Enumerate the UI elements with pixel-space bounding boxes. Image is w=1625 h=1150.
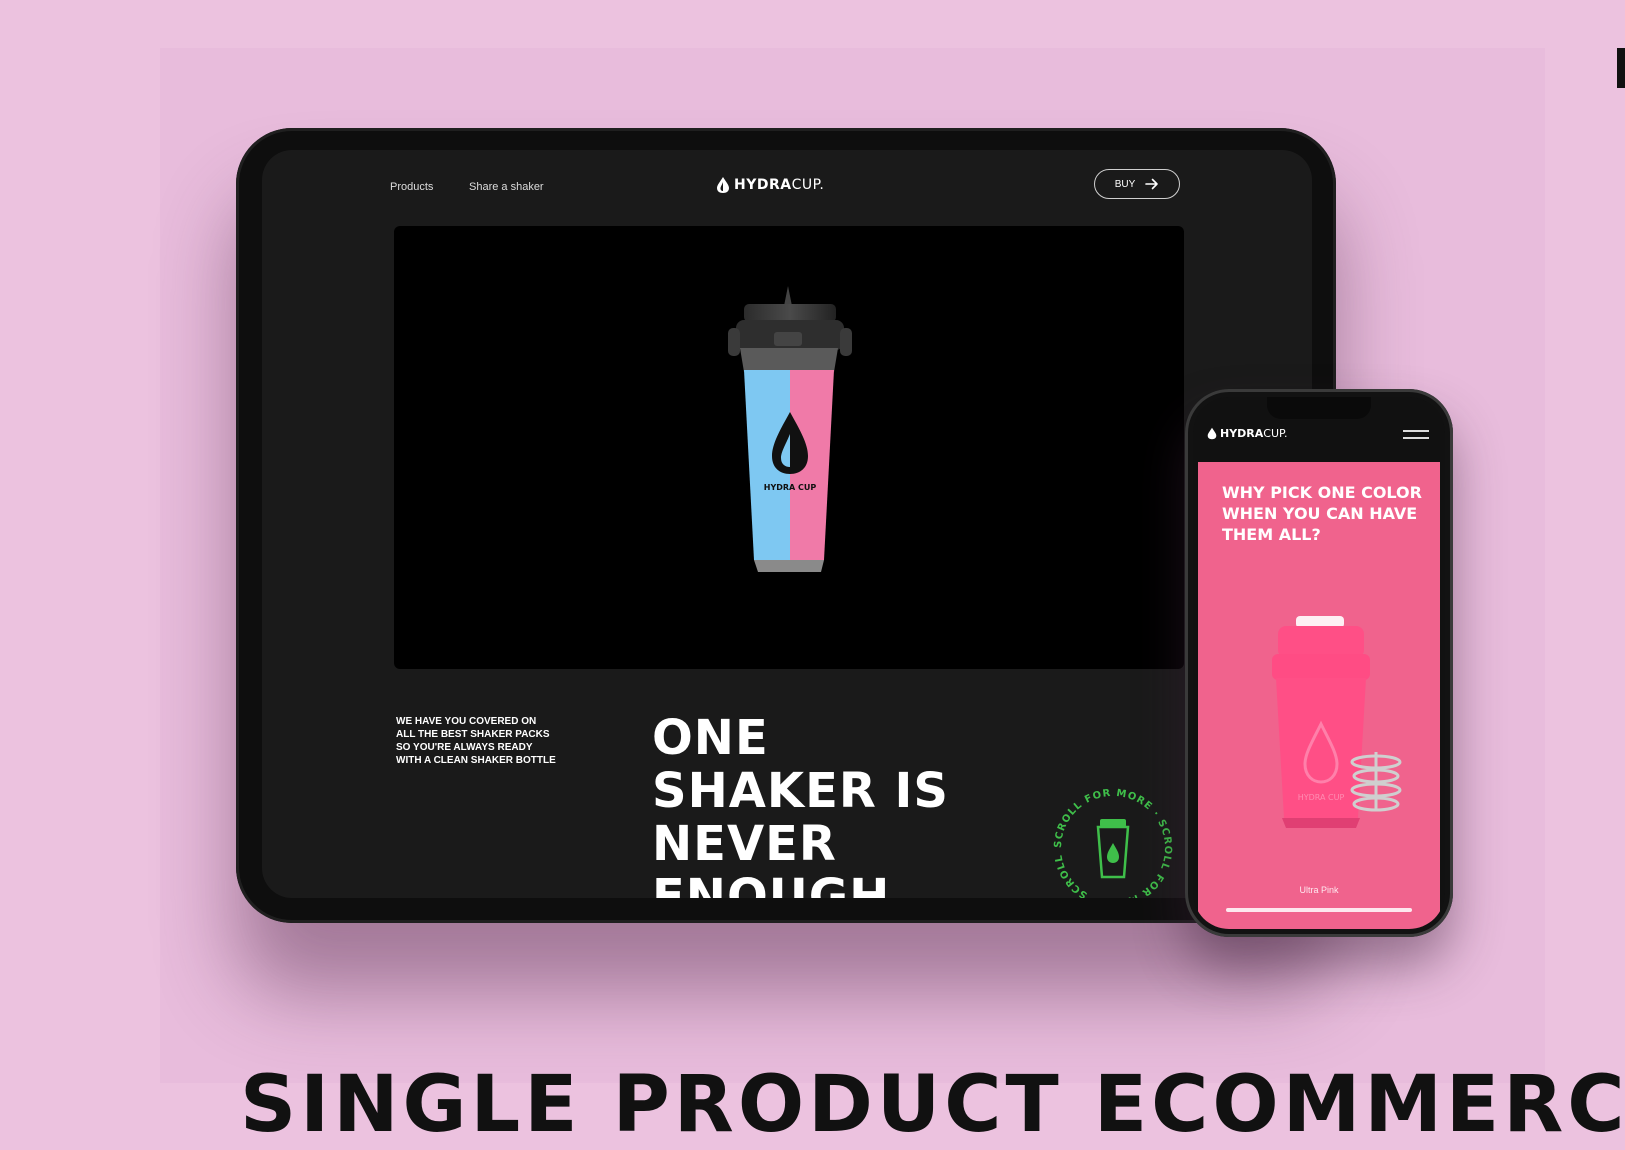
phone-logo-light: CUP. <box>1263 427 1288 440</box>
nav-products-link[interactable]: Products <box>390 181 433 193</box>
logo-strong: HYDRA <box>734 177 792 193</box>
tablet-mockup: Products Share a shaker HYDRACUP. BUY HY… <box>236 128 1336 923</box>
phone-headline: WHY PICK ONE COLOR WHEN YOU CAN HAVE THE… <box>1222 483 1422 544</box>
phone-logo-strong: HYDRA <box>1220 427 1264 440</box>
drop-logo-icon <box>1207 427 1217 440</box>
hero-headline: ONE SHAKER IS NEVER ENOUGH <box>652 710 1012 899</box>
nav-share-shaker-link[interactable]: Share a shaker <box>469 181 544 193</box>
svg-text:SCROLL FOR MORE · SCROLL FOR M: SCROLL FOR MORE · SCROLL FOR MORE · SCRO… <box>1050 785 1173 898</box>
pink-shaker-image: HYDRA CUP <box>1272 616 1402 828</box>
logo-light: CUP. <box>791 177 825 193</box>
home-indicator <box>1226 908 1412 912</box>
shaker-brand-label: HYDRA CUP <box>1298 793 1345 802</box>
hero-product-image: HYDRA CUP <box>394 226 1184 669</box>
drop-logo-icon <box>717 177 729 193</box>
hamburger-menu-icon[interactable] <box>1403 430 1429 444</box>
headline-line-1: ONE <box>652 710 769 766</box>
buy-button[interactable]: BUY <box>1094 169 1180 199</box>
buy-label: BUY <box>1114 178 1136 190</box>
brand-logo[interactable]: HYDRACUP. <box>716 174 824 196</box>
phone-logo-wordmark: HYDRACUP. <box>1220 427 1287 440</box>
headline-line-2: SHAKER IS <box>652 763 949 819</box>
phone-notch <box>1267 397 1371 419</box>
headline-line-3: NEVER <box>652 816 837 872</box>
phone-product-panel: WHY PICK ONE COLOR WHEN YOU CAN HAVE THE… <box>1198 462 1440 929</box>
page-title: SINGLE PRODUCT ECOMMERCE <box>240 1060 1625 1150</box>
edge-mark <box>1617 48 1625 88</box>
arrow-right-icon <box>1145 178 1159 190</box>
bottle-brand-label: HYDRA CUP <box>764 483 817 492</box>
dual-shaker-bottle: HYDRA CUP <box>728 286 852 572</box>
tablet-screen: Products Share a shaker HYDRACUP. BUY HY… <box>262 150 1312 898</box>
intro-blurb: WE HAVE YOU COVERED ON ALL THE BEST SHAK… <box>396 716 556 766</box>
color-name-caption: Ultra Pink <box>1299 885 1339 895</box>
logo-wordmark: HYDRACUP. <box>734 177 824 193</box>
shaker-icon <box>1096 819 1130 879</box>
scroll-for-more-badge[interactable]: SCROLL FOR MORE · SCROLL FOR MORE · SCRO… <box>1050 785 1176 898</box>
phone-brand-logo[interactable]: HYDRACUP. <box>1207 427 1287 440</box>
headline-line-4: ENOUGH <box>652 869 891 899</box>
phone-mockup: HYDRACUP. WHY PICK ONE COLOR WHEN YOU CA… <box>1185 389 1453 937</box>
scroll-badge-text: SCROLL FOR MORE · SCROLL FOR MORE · SCRO… <box>1050 785 1172 898</box>
phone-screen: HYDRACUP. WHY PICK ONE COLOR WHEN YOU CA… <box>1193 397 1445 929</box>
